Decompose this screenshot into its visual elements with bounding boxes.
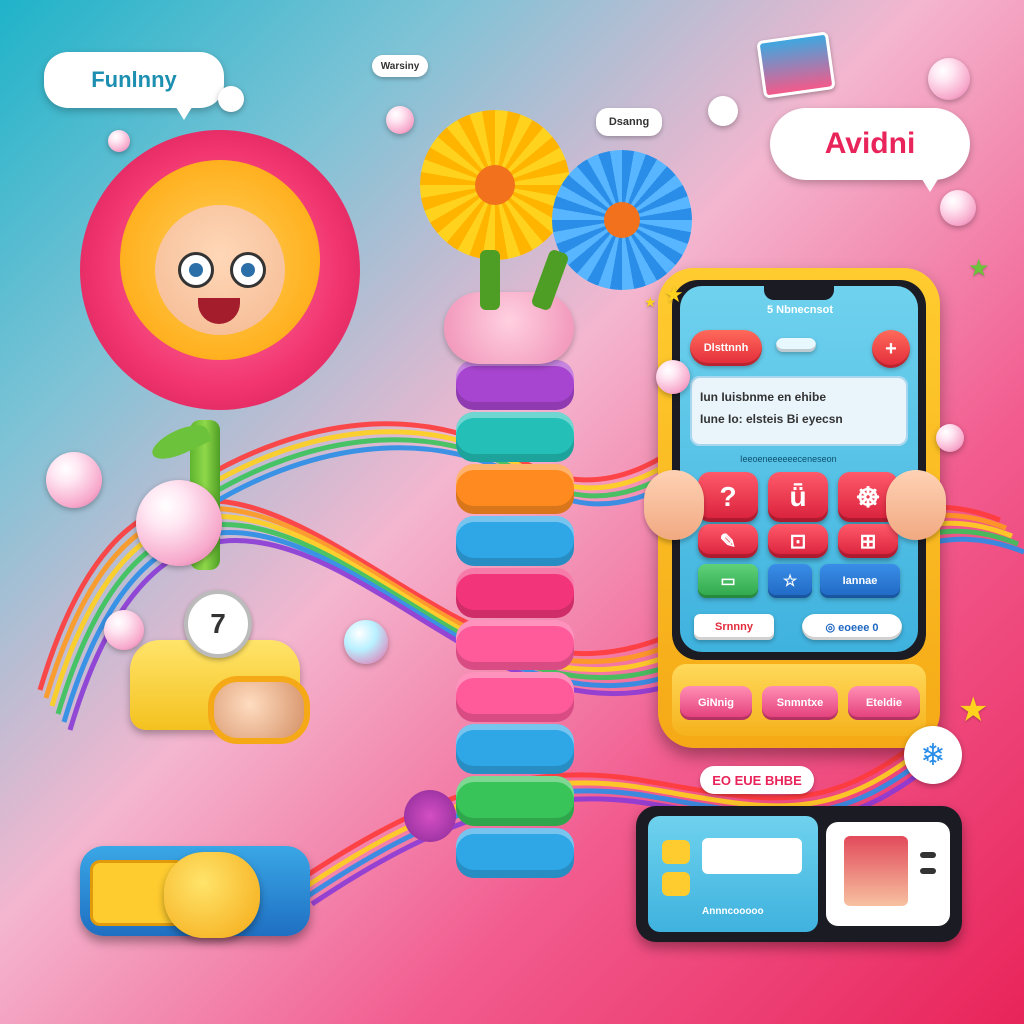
second-device-caption: Annncooooo: [702, 906, 764, 917]
phone-header-label: 5 Nbnecnsot: [766, 304, 833, 316]
bezel-button-2[interactable]: Snmntxe: [762, 686, 838, 720]
small-orb-left-top: [108, 130, 130, 152]
keypad-button-5[interactable]: ⊡: [768, 524, 828, 558]
small-orb-icon: [104, 610, 144, 650]
cute-creature-icon: [444, 292, 574, 364]
chat-dot-icon: [708, 96, 738, 126]
photo-panel: [826, 822, 950, 926]
right-eye-icon: [230, 252, 266, 288]
ring-tower: [450, 360, 580, 900]
app-icon-2[interactable]: [662, 872, 690, 896]
left-eye-icon: [178, 252, 214, 288]
small-orb-right: [940, 190, 976, 226]
thought-dot: [218, 86, 244, 112]
blue-daisy-icon: [552, 150, 692, 290]
daisy-stem: [480, 250, 500, 310]
sub-caption: Ieeoeneeeeeeceneseon: [740, 454, 837, 464]
bottom-banner: EO EUE BHBE: [700, 766, 814, 794]
small-orb-top: [386, 106, 414, 134]
yellow-knob: [164, 852, 260, 938]
mid-button-2[interactable]: ☆: [768, 564, 812, 598]
mid-button-3[interactable]: Iannae: [820, 564, 900, 598]
toy-car-orb-icon: [46, 452, 102, 508]
small-orb-right-3: [936, 424, 964, 452]
phone-notch: [764, 286, 834, 300]
bubble-dsanng: Dsanng: [596, 108, 662, 136]
poster-scene: Funlnny Warsiny Dsanng Avidni 7 5 Nbnecn…: [0, 0, 1024, 1024]
clock-icon: 7: [184, 590, 252, 658]
purple-flower-icon: [404, 790, 456, 842]
top-chip-button[interactable]: Dlsttnnh: [690, 330, 762, 366]
second-device-card: [702, 838, 802, 874]
mid-button-1[interactable]: ▭: [698, 564, 758, 598]
keypad-button-2[interactable]: ǖ: [768, 472, 828, 522]
star-icon: ★: [958, 691, 989, 729]
snowflake-bubble-icon: ❄: [904, 726, 962, 784]
star-icon-4: ★: [644, 294, 657, 310]
ornament-ball-icon: [928, 58, 970, 100]
left-hand-icon: [644, 470, 704, 540]
small-orb-icon-2: [344, 620, 388, 664]
photo-bar-icon-2: [920, 868, 936, 874]
photo-thumbnail: [844, 836, 908, 906]
keypad-button-1[interactable]: ?: [698, 472, 758, 522]
message-line-1: Iun Iuisbnme en ehibe: [700, 390, 827, 404]
phone-screen: 5 Nbnecnsot Dlsttnnh + Iun Iuisbnme en e…: [680, 286, 918, 652]
message-line-2: Iune Io: elsteis Bi eyecsn: [700, 412, 843, 426]
smiling-flower: [60, 110, 380, 430]
app-icon-1[interactable]: [662, 840, 690, 864]
yellow-daisy-icon: [420, 110, 570, 260]
bezel-button-1[interactable]: GiNnig: [680, 686, 752, 720]
bubble-orb-left: [136, 480, 222, 566]
small-orb-right-2: [656, 360, 690, 394]
second-device-screen: Annncooooo: [648, 816, 818, 932]
add-button[interactable]: +: [872, 330, 910, 368]
bubble-warsiny: Warsiny: [372, 55, 428, 77]
photo-bar-icon: [920, 852, 936, 858]
game-card-icon: [756, 31, 836, 99]
keypad-button-6[interactable]: ⊞: [838, 524, 898, 558]
bottom-right-label[interactable]: ◎ eoeee 0: [802, 614, 902, 640]
bubble-avidni: Avidni: [770, 108, 970, 192]
star-icon-2: ★: [664, 282, 684, 307]
bubble-funlnny: Funlnny: [44, 52, 224, 120]
bottom-left-label[interactable]: Srnnny: [694, 614, 774, 640]
bezel-button-3[interactable]: Eteldie: [848, 686, 920, 720]
keypad-button-4[interactable]: ✎: [698, 524, 758, 558]
second-device: Annncooooo: [636, 806, 962, 942]
message-card: Iun Iuisbnme en ehibe Iune Io: elsteis B…: [690, 376, 908, 446]
creature-in-tube-icon: [208, 676, 310, 744]
star-icon-3: ★: [968, 255, 990, 282]
right-hand-icon: [886, 470, 946, 540]
search-pill[interactable]: [776, 338, 816, 352]
